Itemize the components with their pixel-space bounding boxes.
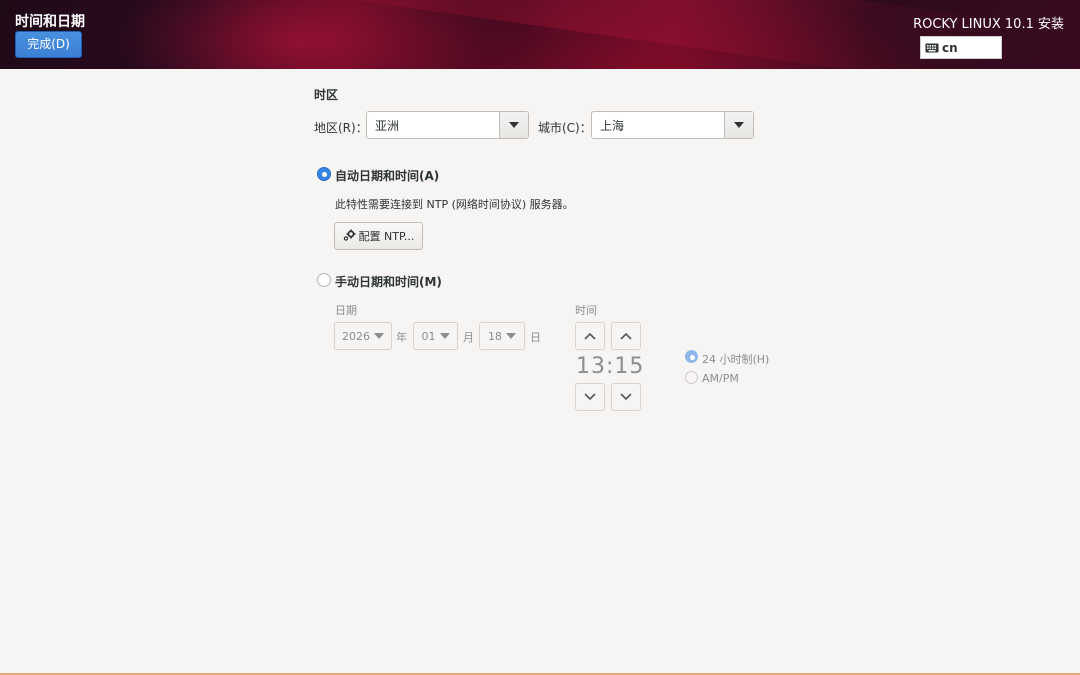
- region-dropdown-button[interactable]: [499, 112, 528, 138]
- done-button[interactable]: 完成(D): [15, 31, 82, 58]
- chevron-down-icon: [374, 333, 384, 339]
- city-combo[interactable]: 上海: [591, 111, 754, 139]
- timezone-section-title: 时区: [314, 88, 339, 102]
- keyboard-layout-indicator[interactable]: cn: [920, 36, 1002, 59]
- day-unit: 日: [530, 331, 541, 344]
- year-combo[interactable]: 2026: [334, 322, 392, 350]
- region-value: 亚洲: [375, 118, 400, 133]
- year-value: 2026: [342, 329, 370, 343]
- region-label: 地区(R)：: [314, 121, 368, 135]
- hour-down-button[interactable]: [575, 383, 605, 411]
- chevron-down-icon: [439, 333, 450, 339]
- format-24h-radio[interactable]: [685, 350, 698, 363]
- configure-ntp-button[interactable]: 配置 NTP...: [334, 222, 423, 250]
- auto-datetime-radio[interactable]: [317, 167, 331, 181]
- format-ampm-radio[interactable]: [685, 371, 698, 384]
- keyboard-icon: [925, 43, 939, 53]
- ntp-description: 此特性需要连接到 NTP (网络时间协议) 服务器。: [335, 198, 574, 211]
- city-value: 上海: [600, 118, 625, 133]
- header-decoration: [119, 0, 1021, 69]
- manual-datetime-label[interactable]: 手动日期和时间(M): [335, 273, 442, 290]
- chevron-down-icon: [584, 393, 596, 401]
- chevron-up-icon: [620, 332, 632, 340]
- city-label: 城市(C)：: [538, 121, 592, 135]
- product-title: ROCKY LINUX 10.1 安装: [913, 17, 1064, 32]
- page-title: 时间和日期: [15, 14, 85, 30]
- chevron-down-icon: [620, 393, 632, 401]
- year-unit: 年: [396, 331, 407, 344]
- time-display: 13:15: [576, 354, 644, 379]
- format-ampm-label[interactable]: AM/PM: [702, 372, 739, 385]
- chevron-down-icon: [509, 122, 519, 128]
- month-unit: 月: [463, 331, 474, 344]
- manual-datetime-radio[interactable]: [317, 273, 331, 287]
- region-combo[interactable]: 亚洲: [366, 111, 529, 139]
- city-dropdown-button[interactable]: [724, 112, 753, 138]
- keyboard-layout-label: cn: [942, 40, 958, 55]
- minute-up-button[interactable]: [611, 322, 641, 350]
- format-24h-label[interactable]: 24 小时制(H): [702, 351, 769, 367]
- hour-value: 13: [576, 354, 606, 379]
- configure-ntp-label: 配置 NTP...: [358, 230, 415, 243]
- hour-up-button[interactable]: [575, 322, 605, 350]
- day-combo[interactable]: 18: [479, 322, 525, 350]
- month-combo[interactable]: 01: [413, 322, 458, 350]
- auto-datetime-label[interactable]: 自动日期和时间(A): [335, 167, 439, 184]
- month-value: 01: [421, 329, 436, 343]
- time-label: 时间: [575, 304, 597, 317]
- chevron-up-icon: [584, 332, 596, 340]
- chevron-down-icon: [734, 122, 744, 128]
- date-label: 日期: [335, 304, 357, 317]
- chevron-down-icon: [506, 333, 516, 339]
- minute-down-button[interactable]: [611, 383, 641, 411]
- minute-value: 15: [614, 354, 645, 379]
- header-banner: 时间和日期 完成(D) ROCKY LINUX 10.1 安装 cn: [0, 0, 1080, 69]
- gear-icon: [343, 229, 356, 244]
- day-value: 18: [488, 329, 502, 343]
